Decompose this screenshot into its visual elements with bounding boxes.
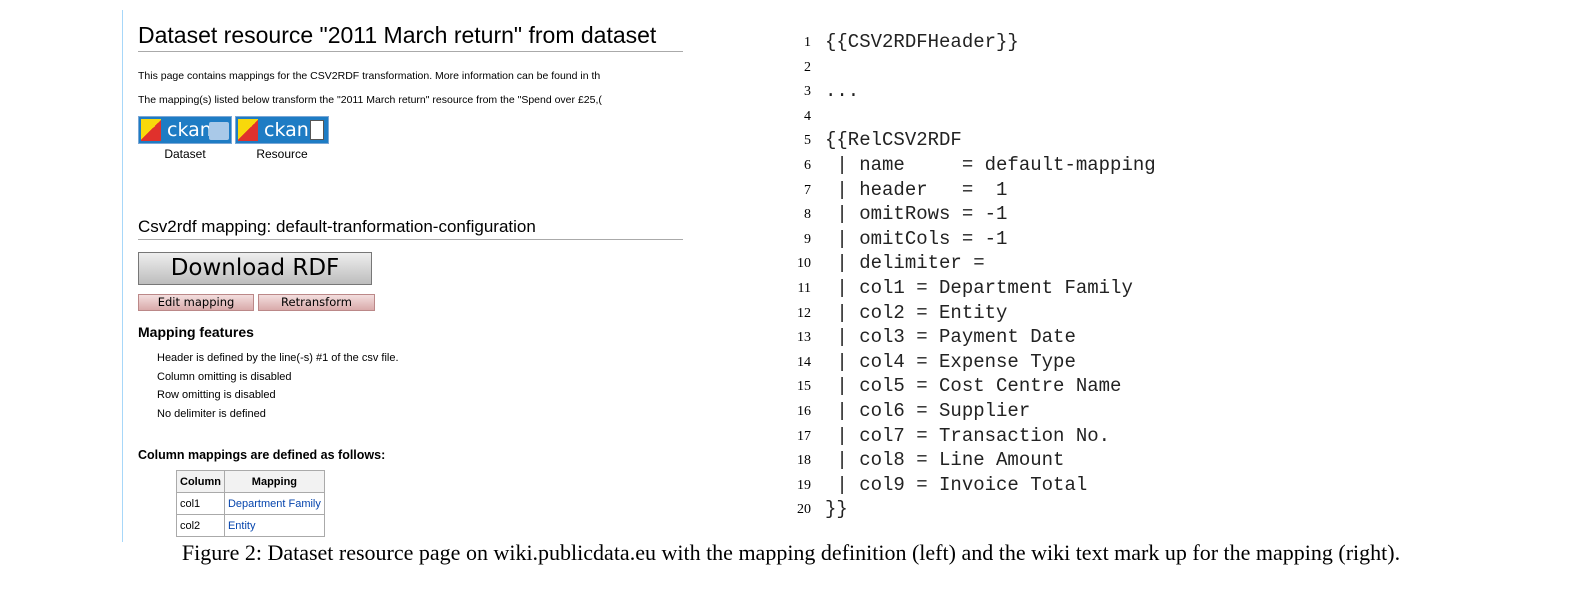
mapping-link[interactable]: Department Family	[223, 492, 325, 515]
code-text: | col7 = Transaction No.	[825, 424, 1111, 447]
column-cell: col2	[176, 514, 225, 537]
column-cell: col1	[176, 492, 225, 515]
line-number: 6	[804, 158, 811, 173]
intro-text-2: The mapping(s) listed below transform th…	[138, 94, 602, 106]
line-number: 2	[804, 59, 811, 75]
line-number: 18	[797, 453, 811, 469]
code-text: | name = default-mapping	[825, 154, 1156, 176]
line-number: 16	[797, 404, 811, 419]
code-text: | delimiter =	[825, 252, 985, 275]
mapping-section-title: Csv2rdf mapping: default-tranformation-c…	[138, 217, 683, 240]
code-text: | omitCols = -1	[825, 227, 1008, 250]
ckan-logo-icon	[238, 119, 258, 141]
line-number: 19	[797, 477, 811, 493]
line-number: 14	[797, 354, 811, 370]
feature-item: Header is defined by the line(-s) #1 of …	[157, 352, 399, 364]
code-text: | omitRows = -1	[825, 203, 1008, 226]
table-row: col1 Department Family	[176, 492, 325, 515]
line-number: 3	[804, 84, 811, 100]
code-text: | col4 = Expense Type	[825, 350, 1076, 373]
line-number: 11	[797, 281, 811, 296]
line-number: 10	[797, 256, 811, 272]
figure-caption: Figure 2: Dataset resource page on wiki.…	[181, 540, 1401, 565]
wiki-screenshot: Dataset resource "2011 March return" fro…	[122, 10, 683, 542]
feature-item: Column omitting is disabled	[157, 371, 292, 383]
line-number: 13	[797, 330, 811, 346]
ckan-resource-link[interactable]: ckan	[235, 116, 329, 144]
line-number: 4	[804, 108, 811, 124]
code-text: {{CSV2RDFHeader}}	[825, 31, 1019, 53]
mapping-header: Mapping	[223, 470, 325, 493]
line-number: 5	[804, 133, 811, 149]
dataset-caption: Dataset	[164, 147, 206, 161]
edit-mapping-button[interactable]: Edit mapping	[138, 294, 254, 311]
line-number: 8	[804, 207, 811, 223]
page-title: Dataset resource "2011 March return" fro…	[138, 22, 683, 52]
code-text: | col3 = Payment Date	[825, 326, 1076, 349]
table-row: col2 Entity	[176, 514, 325, 537]
line-number: 9	[804, 231, 811, 247]
line-number: 17	[797, 428, 811, 444]
code-text: }}	[825, 498, 848, 521]
code-text: | col8 = Line Amount	[825, 449, 1065, 472]
feature-item: Row omitting is disabled	[157, 389, 276, 401]
code-text: | col6 = Supplier	[825, 400, 1031, 422]
ckan-logo-icon	[141, 119, 161, 141]
code-text: {{RelCSV2RDF	[825, 129, 962, 152]
line-number: 20	[797, 502, 811, 518]
resource-caption: Resource	[256, 147, 308, 161]
ckan-label: ckan	[167, 119, 212, 141]
line-number: 1	[804, 35, 811, 50]
code-text: | col9 = Invoice Total	[825, 473, 1088, 496]
line-number: 12	[797, 305, 811, 321]
column-header: Column	[176, 470, 225, 493]
download-rdf-button[interactable]: Download RDF	[138, 252, 372, 285]
mapping-link[interactable]: Entity	[223, 514, 325, 537]
column-mapping-table: Column Mapping col1 Department Family co…	[176, 470, 325, 537]
retransform-button[interactable]: Retransform	[258, 294, 375, 311]
features-title: Mapping features	[138, 324, 254, 340]
line-number: 15	[797, 379, 811, 395]
code-text: | col5 = Cost Centre Name	[825, 375, 1122, 398]
code-text: | header = 1	[825, 178, 1008, 201]
ckan-dataset-link[interactable]: ckan	[138, 116, 232, 144]
folder-icon	[209, 122, 229, 140]
document-icon	[310, 120, 324, 140]
column-mappings-title: Column mappings are defined as follows:	[138, 448, 386, 462]
intro-text-1: This page contains mappings for the CSV2…	[138, 70, 601, 82]
code-text: ...	[825, 80, 860, 103]
feature-item: No delimiter is defined	[157, 408, 266, 420]
code-text: | col2 = Entity	[825, 301, 1008, 324]
ckan-label: ckan	[264, 119, 309, 141]
code-text: | col1 = Department Family	[825, 277, 1133, 299]
line-number: 7	[804, 182, 811, 198]
